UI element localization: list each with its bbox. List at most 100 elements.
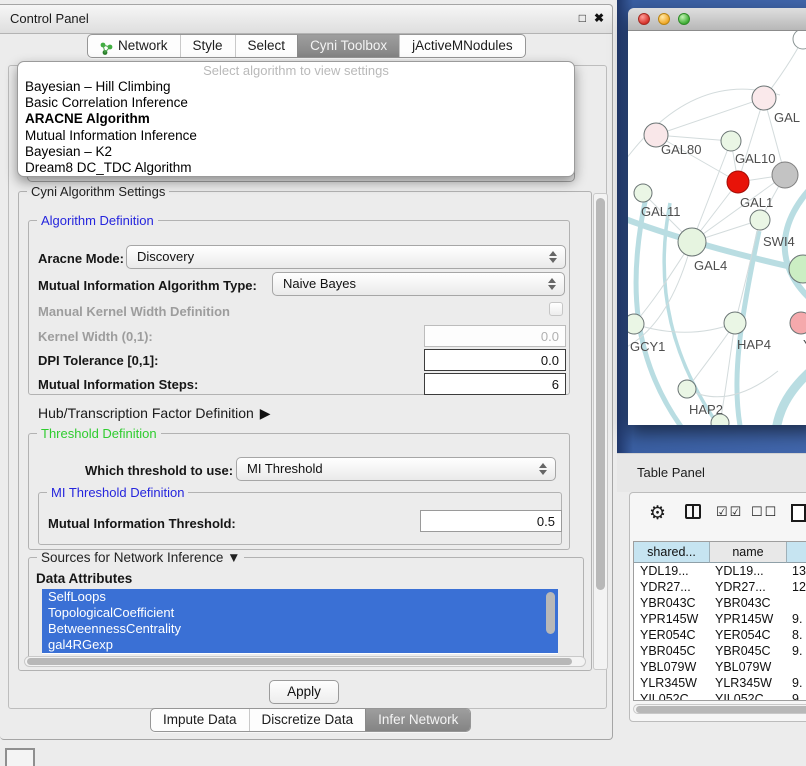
table-row[interactable]: YLR345WYLR345W9. [634, 675, 806, 691]
table-row[interactable]: YBR045CYBR045C9. [634, 643, 806, 659]
dpi-tolerance-field[interactable]: 0.0 [424, 349, 566, 371]
tab-label: Discretize Data [262, 709, 354, 731]
attributes-list-scrollbar[interactable] [546, 590, 557, 652]
data-attributes-list: SelfLoopsTopologicalCoefficientBetweenne… [42, 589, 558, 654]
dropdown-item[interactable]: Bayesian – Hill Climbing [18, 79, 574, 95]
kernel-width-field[interactable]: 0.0 [424, 325, 566, 347]
split-columns-icon[interactable] [685, 504, 701, 519]
network-window-titlebar [628, 8, 806, 31]
tab-style[interactable]: Style [180, 35, 235, 57]
unchecked-columns-icon[interactable]: ☐☐ [751, 504, 778, 520]
close-traffic-light-icon[interactable] [638, 13, 650, 25]
dropdown-item[interactable]: ARACNE Algorithm [18, 111, 574, 127]
mi-threshold-field[interactable]: 0.5 [420, 510, 562, 532]
settings-horizontal-scrollbar[interactable] [24, 656, 586, 667]
tab-infer-network[interactable]: Infer Network [365, 709, 470, 731]
settings-vertical-scrollbar[interactable] [593, 193, 608, 670]
threshold-definition-title: Threshold Definition [37, 426, 161, 441]
zoom-traffic-light-icon[interactable] [678, 13, 690, 25]
table-panel-header: Table Panel [617, 453, 806, 492]
scrollbar-thumb[interactable] [596, 198, 605, 590]
attribute-list-item[interactable]: TopologicalCoefficient [42, 605, 558, 621]
network-node-gal11[interactable] [634, 184, 652, 202]
table-row[interactable]: YER054CYER054C8. [634, 627, 806, 643]
table-row[interactable]: YBL079WYBL079W [634, 659, 806, 675]
table-cell: YDR27... [640, 579, 691, 595]
mi-steps-field[interactable]: 6 [424, 373, 566, 395]
table-row[interactable]: YDL19...YDL19...13 [634, 563, 806, 579]
network-node-gal4[interactable] [678, 228, 706, 256]
network-canvas[interactable]: GALGAL80GAL10GAL1SWI4GAL11GAL4GCY1HAP4YH… [628, 31, 806, 425]
network-node-gal1[interactable] [750, 210, 770, 230]
control-panel-tab-bar: Network StyleSelectCyni ToolboxjActiveMNo… [87, 34, 526, 58]
table-cell: YIL052C [640, 691, 689, 701]
dropdown-item[interactable]: Basic Correlation Inference [18, 95, 574, 111]
settings-gear-icon[interactable]: ⚙ [649, 504, 666, 523]
tab-impute-data[interactable]: Impute Data [151, 709, 249, 731]
dropdown-hint: Select algorithm to view settings [18, 63, 574, 79]
mi-threshold-definition-title: MI Threshold Definition [47, 485, 188, 500]
table-cell: YPR145W [640, 611, 698, 627]
table-row[interactable]: YDR27...YDR27...12 [634, 579, 806, 595]
table-panel-card: ⚙☑☑☐☐ shared...nameA YDL19...YDL19...13Y… [629, 492, 806, 722]
attribute-list-item[interactable]: gal4RGexp [42, 637, 558, 653]
tab-select[interactable]: Select [235, 35, 298, 57]
network-node-gcy1[interactable] [628, 314, 644, 334]
dropdown-item[interactable]: Mutual Information Inference [18, 128, 574, 144]
column-header-name[interactable]: name [710, 542, 787, 563]
tab-cyni-toolbox[interactable]: Cyni Toolbox [297, 35, 399, 57]
table-cell: YER054C [715, 627, 771, 643]
scrollbar-thumb[interactable] [27, 658, 572, 665]
table-row[interactable]: YBR043CYBR043C [634, 595, 806, 611]
network-node-hap4[interactable] [724, 312, 746, 334]
aracne-mode-label: Aracne Mode: [38, 251, 124, 266]
network-view-window: GALGAL80GAL10GAL1SWI4GAL11GAL4GCY1HAP4YH… [628, 8, 806, 425]
tab-network[interactable]: Network [88, 35, 180, 57]
aracne-mode-value: Discovery [137, 249, 194, 264]
table-panel-title: Table Panel [637, 465, 705, 480]
network-node[interactable] [772, 162, 798, 188]
close-window-icon[interactable]: ✖ [594, 11, 604, 25]
dropdown-item[interactable]: Bayesian – K2 [18, 144, 574, 160]
network-icon [100, 40, 113, 53]
which-threshold-combo[interactable]: MI Threshold [236, 457, 556, 481]
tab-jactivemnodules[interactable]: jActiveMNodules [399, 35, 525, 57]
network-node-gal10[interactable] [721, 131, 741, 151]
aracne-mode-combo[interactable]: Discovery [126, 245, 566, 269]
mi-type-combo[interactable]: Naive Bayes [272, 272, 565, 296]
document-icon[interactable] [791, 504, 806, 522]
cyni-algorithm-settings-title: Cyni Algorithm Settings [27, 184, 169, 199]
which-threshold-label: Which threshold to use: [85, 463, 233, 478]
dropdown-item[interactable]: Dream8 DC_TDC Algorithm [18, 160, 574, 176]
minimize-traffic-light-icon[interactable] [658, 13, 670, 25]
float-window-icon[interactable]: □ [579, 11, 586, 25]
manual-kernel-checkbox[interactable] [549, 302, 563, 316]
hub-definition-toggle[interactable]: Hub/Transcription Factor Definition▶ [38, 405, 271, 422]
tab-discretize-data[interactable]: Discretize Data [249, 709, 366, 731]
network-node-y[interactable] [790, 312, 806, 334]
table-cell: 13 [792, 563, 806, 579]
apply-button[interactable]: Apply [269, 680, 339, 704]
tab-label: Network [118, 35, 168, 57]
scrollbar-thumb[interactable] [546, 592, 555, 634]
table-row[interactable]: YIL052CYIL052C9 [634, 691, 806, 701]
table-cell: YBR045C [715, 643, 771, 659]
scrollbar-thumb[interactable] [636, 706, 806, 713]
table-row[interactable]: YPR145WYPR145W9. [634, 611, 806, 627]
network-node-gal[interactable] [752, 86, 776, 110]
attribute-list-item[interactable]: SelfLoops [42, 589, 558, 605]
sources-title[interactable]: Sources for Network Inference ▼ [37, 550, 244, 565]
sources-title-text: Sources for Network Inference [41, 550, 223, 565]
network-node[interactable] [727, 171, 749, 193]
table-horizontal-scrollbar[interactable] [633, 704, 806, 714]
network-node[interactable] [793, 31, 806, 49]
combo-stepper-icon [538, 462, 547, 476]
node-label-gcy1: GCY1 [630, 339, 665, 354]
attribute-list-item[interactable]: BetweennessCentrality [42, 621, 558, 637]
node-table: shared...nameA YDL19...YDL19...13YDR27..… [633, 541, 806, 701]
checked-columns-icon[interactable]: ☑☑ [716, 504, 743, 520]
column-header-shared[interactable]: shared... [634, 542, 710, 563]
column-header-A[interactable]: A [787, 542, 806, 563]
table-cell: YER054C [640, 627, 696, 643]
network-node-hap2[interactable] [678, 380, 696, 398]
